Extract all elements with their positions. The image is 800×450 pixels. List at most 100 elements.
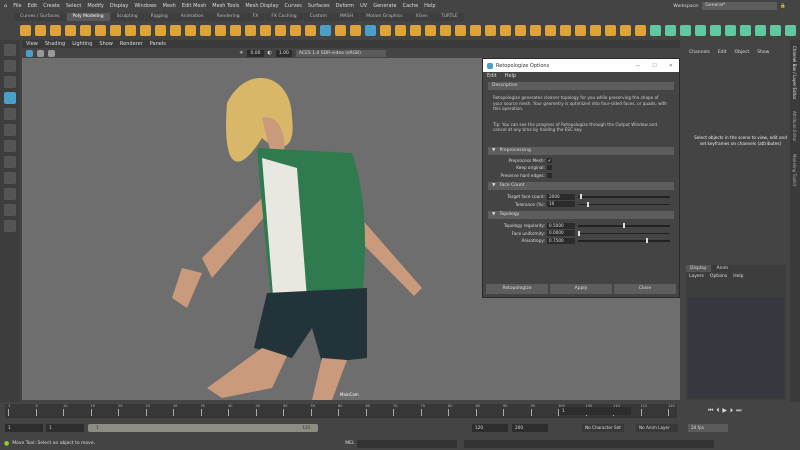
character-set-dropdown[interactable]: No Character Set bbox=[582, 424, 624, 432]
shelf-tab[interactable]: MASH bbox=[333, 13, 360, 21]
shelf-tool-icon[interactable] bbox=[290, 25, 301, 36]
slider[interactable] bbox=[578, 238, 670, 243]
shelf-tool-icon[interactable] bbox=[320, 25, 331, 36]
shelf-tool-icon[interactable] bbox=[65, 25, 76, 36]
paint-select-icon[interactable] bbox=[4, 76, 16, 88]
shelf-tool-icon[interactable] bbox=[305, 25, 316, 36]
go-to-start-icon[interactable]: ⏮ bbox=[708, 407, 713, 415]
dialog-menu-edit[interactable]: Edit bbox=[487, 72, 497, 81]
shelf-tool-icon[interactable] bbox=[575, 25, 586, 36]
outliner-icon[interactable] bbox=[4, 204, 16, 216]
slider-handle[interactable] bbox=[578, 230, 580, 236]
shelf-tool-icon[interactable] bbox=[545, 25, 556, 36]
shelf-tool-icon[interactable] bbox=[275, 25, 286, 36]
shelf-tool-icon[interactable] bbox=[755, 25, 766, 36]
viewport-menu-shading[interactable]: Shading bbox=[45, 40, 65, 48]
retopologize-button[interactable]: Retopologize bbox=[486, 284, 548, 294]
color-space-dropdown[interactable]: ACES 1.0 SDR-video (sRGB) bbox=[295, 49, 386, 57]
menu-surfaces[interactable]: Surfaces bbox=[308, 3, 330, 9]
menu-help[interactable]: Help bbox=[424, 3, 435, 9]
search-icon[interactable] bbox=[4, 220, 16, 232]
channel-menu-object[interactable]: Object bbox=[735, 50, 750, 55]
shelf-tool-icon[interactable] bbox=[620, 25, 631, 36]
shelf-tab[interactable]: TURTLE bbox=[434, 13, 464, 21]
maximize-icon[interactable]: ☐ bbox=[652, 63, 656, 69]
viewport-menu-view[interactable]: View bbox=[26, 40, 38, 48]
workspace-dropdown[interactable]: General* bbox=[702, 2, 778, 10]
shelf-tool-icon[interactable] bbox=[170, 25, 181, 36]
shelf-tool-icon[interactable] bbox=[50, 25, 61, 36]
menu-windows[interactable]: Windows bbox=[134, 3, 156, 9]
shelf-tool-icon[interactable] bbox=[590, 25, 601, 36]
shelf-tool-icon[interactable] bbox=[425, 25, 436, 36]
menu-deform[interactable]: Deform bbox=[336, 3, 355, 9]
menu-edit-mesh[interactable]: Edit Mesh bbox=[182, 3, 206, 9]
rotate-tool-icon[interactable] bbox=[4, 108, 16, 120]
shelf-tool-icon[interactable] bbox=[515, 25, 526, 36]
soft-select-icon[interactable] bbox=[4, 140, 16, 152]
shelf-tool-icon[interactable] bbox=[395, 25, 406, 36]
viewport-menu-panels[interactable]: Panels bbox=[150, 40, 166, 48]
channel-menu-channels[interactable]: Channels bbox=[689, 50, 710, 55]
shelf-tab[interactable]: FX bbox=[246, 13, 265, 21]
shelf-tool-icon[interactable] bbox=[365, 25, 376, 36]
menu-mesh-tools[interactable]: Mesh Tools bbox=[212, 3, 239, 9]
menu-generate[interactable]: Generate bbox=[373, 3, 396, 9]
go-to-end-icon[interactable]: ⏭ bbox=[736, 407, 741, 415]
slider-handle[interactable] bbox=[579, 194, 582, 199]
move-tool-icon[interactable] bbox=[4, 92, 16, 104]
shelf-tool-icon[interactable] bbox=[350, 25, 361, 36]
tab-modeling-toolkit[interactable]: Modeling Toolkit bbox=[790, 148, 799, 192]
shelf-tool-icon[interactable] bbox=[470, 25, 481, 36]
shelf-tool-icon[interactable] bbox=[725, 25, 736, 36]
shelf-tab[interactable]: Curves / Surfaces bbox=[14, 13, 66, 21]
layout-single-icon[interactable] bbox=[4, 156, 16, 168]
shelf-tool-icon[interactable] bbox=[485, 25, 496, 36]
step-forward-icon[interactable]: ⏵ bbox=[730, 407, 733, 415]
shelf-tool-icon[interactable] bbox=[650, 25, 661, 36]
lock-icon[interactable]: 🔒 bbox=[780, 4, 786, 9]
menu-mesh[interactable]: Mesh bbox=[163, 3, 176, 9]
shelf-tool-icon[interactable] bbox=[635, 25, 646, 36]
value-field[interactable]: 0.7500 bbox=[547, 237, 575, 244]
dialog-menu-help[interactable]: Help bbox=[505, 72, 516, 81]
shelf-tool-icon[interactable] bbox=[95, 25, 106, 36]
layer-list[interactable] bbox=[688, 297, 784, 398]
shelf-tool-icon[interactable] bbox=[80, 25, 91, 36]
shelf-tool-icon[interactable] bbox=[665, 25, 676, 36]
slider[interactable] bbox=[578, 201, 670, 207]
description-header[interactable]: Description bbox=[488, 82, 674, 90]
shelf-tool-icon[interactable] bbox=[140, 25, 151, 36]
menu-help[interactable]: Help bbox=[733, 274, 743, 279]
close-button[interactable]: Close bbox=[614, 284, 676, 294]
checkbox[interactable]: ✔ bbox=[547, 157, 552, 163]
shelf-tool-icon[interactable] bbox=[20, 25, 31, 36]
anim-layer-dropdown[interactable]: No Anim Layer bbox=[636, 424, 678, 432]
slider[interactable] bbox=[578, 194, 670, 199]
shelf-tool-icon[interactable] bbox=[710, 25, 721, 36]
viewport-tool-icon[interactable] bbox=[26, 49, 33, 57]
shelf-tool-icon[interactable] bbox=[125, 25, 136, 36]
face-count-header[interactable]: ▼ Face Count bbox=[488, 182, 674, 190]
shelf-tab[interactable]: Motion Graphics bbox=[360, 13, 409, 21]
shelf-tab[interactable]: XGen bbox=[409, 13, 434, 21]
menu-curves[interactable]: Curves bbox=[285, 3, 302, 9]
checkbox[interactable] bbox=[547, 172, 552, 178]
preprocessing-header[interactable]: ▼ Preprocessing bbox=[488, 146, 674, 155]
exposure-field[interactable]: 0.00 bbox=[247, 49, 264, 57]
shelf-tool-icon[interactable] bbox=[110, 25, 121, 36]
playback-end-field[interactable]: 120 bbox=[472, 424, 508, 432]
menu-uv[interactable]: UV bbox=[360, 3, 367, 9]
channel-menu-show[interactable]: Show bbox=[757, 50, 769, 55]
shelf-tool-icon[interactable] bbox=[530, 25, 541, 36]
shelf-tool-icon[interactable] bbox=[560, 25, 571, 36]
value-field[interactable]: 2000 bbox=[547, 193, 575, 200]
topology-header[interactable]: ▼ Topology bbox=[488, 211, 674, 219]
shelf-tab[interactable]: Custom bbox=[303, 13, 333, 21]
viewport-menu-renderer[interactable]: Renderer bbox=[120, 40, 143, 48]
menu-edit[interactable]: Edit bbox=[28, 3, 38, 9]
menu-display[interactable]: Display bbox=[110, 3, 128, 9]
shelf-tool-icon[interactable] bbox=[35, 25, 46, 36]
current-frame-field[interactable]: 1 bbox=[559, 407, 631, 415]
menu-select[interactable]: Select bbox=[66, 3, 81, 9]
